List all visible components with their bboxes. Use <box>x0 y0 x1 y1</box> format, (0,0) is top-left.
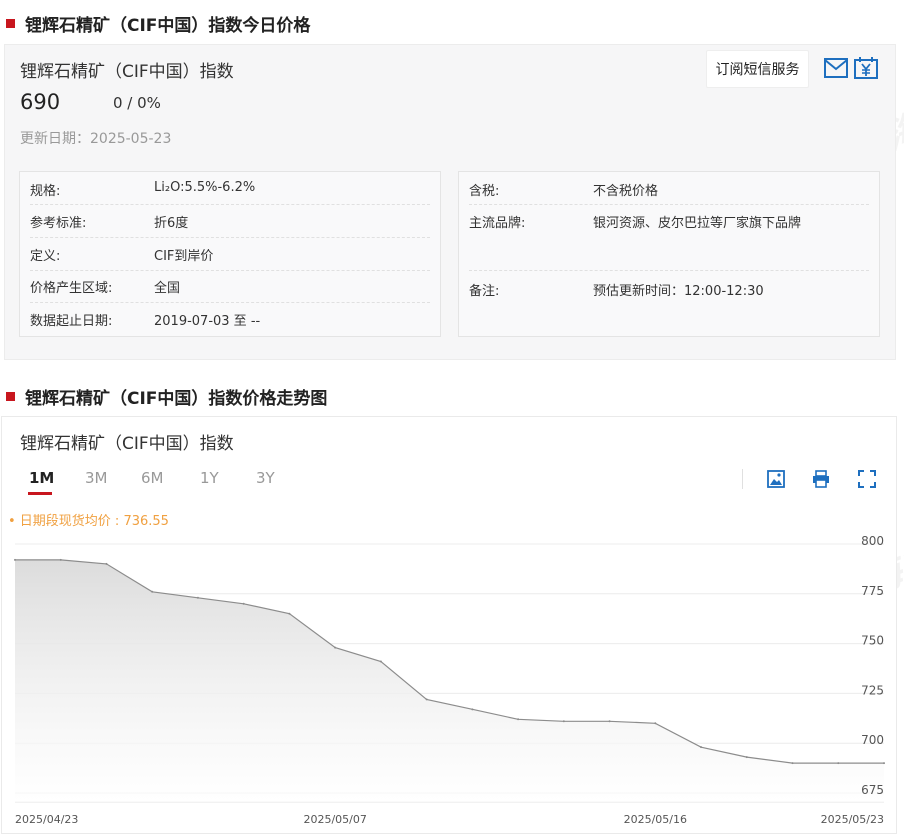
data-point[interactable] <box>379 660 382 663</box>
data-point[interactable] <box>883 762 885 765</box>
data-point[interactable] <box>425 698 428 701</box>
y-tick-label: 775 <box>861 584 884 598</box>
data-point[interactable] <box>700 746 703 749</box>
data-point[interactable] <box>151 590 154 593</box>
y-tick-label: 700 <box>861 733 884 747</box>
data-point[interactable] <box>745 756 748 759</box>
data-point[interactable] <box>59 558 62 561</box>
data-point[interactable] <box>196 596 199 599</box>
x-tick-label: 2025/05/07 <box>303 813 366 826</box>
y-tick-label: 750 <box>861 634 884 648</box>
data-point[interactable] <box>791 762 794 765</box>
y-tick-label: 800 <box>861 534 884 548</box>
data-point[interactable] <box>471 708 474 711</box>
data-point[interactable] <box>608 720 611 723</box>
x-tick-label: 2025/05/16 <box>624 813 687 826</box>
data-point[interactable] <box>334 646 337 649</box>
x-tick-label: 2025/05/23 <box>821 813 884 826</box>
data-point[interactable] <box>837 762 840 765</box>
data-point[interactable] <box>517 718 520 721</box>
price-trend-chart: 675 700 725 750 775 800 2025/04/23 2025/05/07 20… <box>14 534 885 826</box>
area-fill <box>15 559 884 802</box>
data-point[interactable] <box>288 612 291 615</box>
x-tick-label: 2025/04/23 <box>15 813 78 826</box>
y-tick-label: 725 <box>861 683 884 697</box>
data-point[interactable] <box>14 558 16 561</box>
data-point[interactable] <box>562 720 565 723</box>
data-point[interactable] <box>105 562 108 565</box>
data-point[interactable] <box>242 602 245 605</box>
y-tick-label: 675 <box>861 783 884 797</box>
data-point[interactable] <box>654 722 657 725</box>
